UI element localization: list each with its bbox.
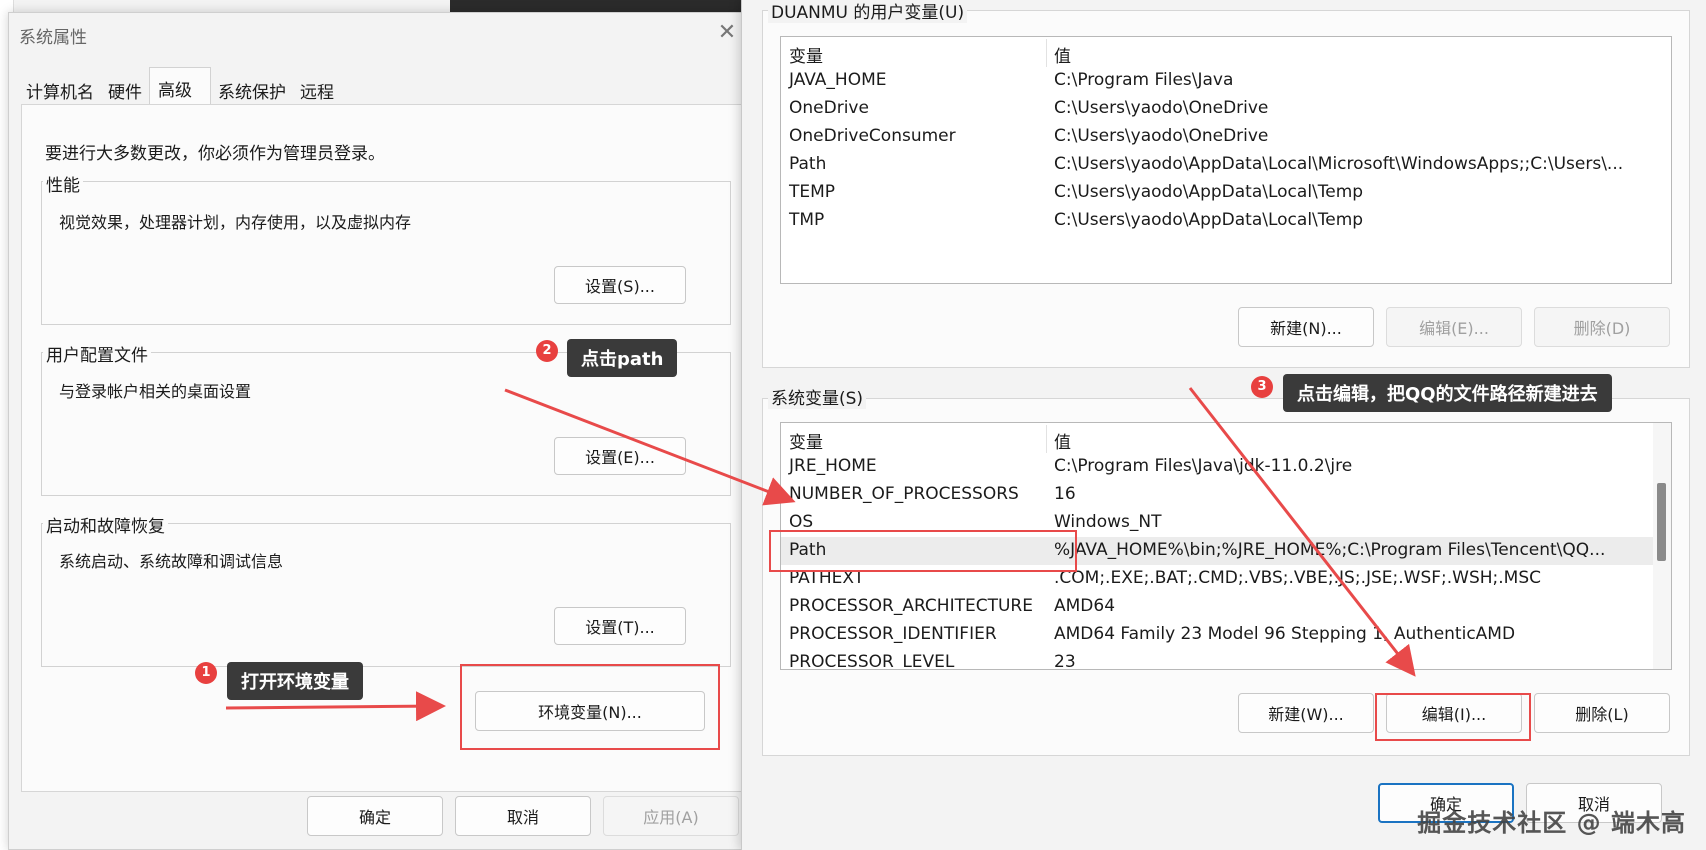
var-value: Windows_NT (1054, 512, 1162, 532)
scrollbar-thumb[interactable] (1657, 483, 1666, 561)
var-name: TEMP (789, 182, 836, 202)
var-value: C:\Users\yaodo\AppData\Local\Temp (1054, 182, 1364, 202)
performance-title: 性能 (43, 171, 83, 196)
system-var-new-button[interactable]: 新建(W)... (1238, 693, 1374, 733)
var-name: OneDrive (789, 98, 869, 118)
column-header-variable[interactable]: 变量 (789, 428, 823, 453)
list-row[interactable]: PROCESSOR_IDENTIFIER AMD64 Family 23 Mod… (781, 621, 1671, 649)
var-name: NUMBER_OF_PROCESSORS (789, 484, 1019, 504)
user-var-delete-button[interactable]: 删除(D) (1534, 307, 1670, 347)
tab-hardware[interactable]: 硬件 (101, 71, 149, 105)
tab-bar: 计算机名 硬件 高级 系统保护 远程 (19, 67, 341, 105)
step-2-badge: 2 (536, 340, 558, 362)
user-vars-list[interactable]: 变量 值 JAVA_HOME C:\Program Files\Java One… (780, 36, 1672, 284)
user-vars-title: DUANMU 的用户变量(U) (768, 0, 968, 23)
watermark: 掘金技术社区 @ 端木高 (1417, 809, 1686, 837)
startup-recovery-settings-button[interactable]: 设置(T)... (554, 607, 686, 645)
var-value: C:\Users\yaodo\AppData\Local\Temp (1054, 210, 1364, 230)
user-var-edit-button[interactable]: 编辑(E)... (1386, 307, 1522, 347)
column-header-value[interactable]: 值 (1054, 428, 1071, 453)
var-name: JAVA_HOME (789, 70, 887, 90)
list-header: 变量 值 (781, 425, 1671, 453)
column-separator[interactable] (1046, 39, 1047, 67)
list-row[interactable]: JAVA_HOME C:\Program Files\Java (781, 67, 1671, 95)
var-value: C:\Program Files\Java (1054, 70, 1234, 90)
scrollbar[interactable] (1653, 423, 1671, 669)
list-row[interactable]: NUMBER_OF_PROCESSORS 16 (781, 481, 1671, 509)
list-row[interactable]: PROCESSOR_LEVEL 23 (781, 649, 1671, 670)
var-value: C:\Users\yaodo\AppData\Local\Microsoft\W… (1054, 154, 1624, 174)
user-profiles-settings-button[interactable]: 设置(E)... (554, 437, 686, 475)
list-header: 变量 值 (781, 39, 1671, 67)
list-row[interactable]: TMP C:\Users\yaodo\AppData\Local\Temp (781, 207, 1671, 235)
var-name: JRE_HOME (789, 456, 877, 476)
var-value: AMD64 Family 23 Model 96 Stepping 1, Aut… (1054, 624, 1516, 644)
var-value: .COM;.EXE;.BAT;.CMD;.VBS;.VBE;.JS;.JSE;.… (1054, 568, 1542, 588)
ok-button[interactable]: 确定 (307, 796, 443, 836)
var-value: 23 (1054, 652, 1076, 670)
tab-system-protection[interactable]: 系统保护 (211, 71, 293, 105)
admin-notice: 要进行大多数更改，你必须作为管理员登录。 (45, 144, 385, 164)
column-header-value[interactable]: 值 (1054, 42, 1071, 67)
step-1-badge: 1 (195, 662, 217, 684)
list-row[interactable]: PROCESSOR_ARCHITECTURE AMD64 (781, 593, 1671, 621)
var-value: C:\Program Files\Java\jdk-11.0.2\jre (1054, 456, 1353, 476)
var-name: PROCESSOR_LEVEL (789, 652, 955, 670)
var-name: OS (789, 512, 814, 532)
highlight-edit-button (1375, 693, 1531, 741)
system-var-delete-button[interactable]: 删除(L) (1534, 693, 1670, 733)
startup-recovery-group (41, 523, 731, 667)
step-3-callout: 点击编辑，把QQ的文件路径新建进去 (1283, 374, 1612, 412)
var-value: C:\Users\yaodo\OneDrive (1054, 126, 1269, 146)
list-row[interactable]: OneDriveConsumer C:\Users\yaodo\OneDrive (781, 123, 1671, 151)
var-value: C:\Users\yaodo\OneDrive (1054, 98, 1269, 118)
user-profiles-title: 用户配置文件 (43, 341, 151, 366)
list-row[interactable]: OneDrive C:\Users\yaodo\OneDrive (781, 95, 1671, 123)
tab-advanced[interactable]: 高级 (149, 67, 211, 105)
tab-computer-name[interactable]: 计算机名 (19, 71, 101, 105)
apply-button[interactable]: 应用(A) (603, 796, 739, 836)
dialog-title: 系统属性 (19, 28, 87, 48)
highlight-env-vars-button (460, 664, 720, 750)
column-header-variable[interactable]: 变量 (789, 42, 823, 67)
column-separator[interactable] (1046, 425, 1047, 453)
step-3-badge: 3 (1251, 376, 1273, 398)
cancel-button[interactable]: 取消 (455, 796, 591, 836)
startup-recovery-title: 启动和故障恢复 (43, 512, 168, 537)
var-name: PROCESSOR_ARCHITECTURE (789, 596, 1033, 616)
var-value: 16 (1054, 484, 1076, 504)
var-name: PROCESSOR_IDENTIFIER (789, 624, 997, 644)
step-2-callout: 点击path (567, 339, 678, 377)
list-row[interactable]: JRE_HOME C:\Program Files\Java\jdk-11.0.… (781, 453, 1671, 481)
var-value: AMD64 (1054, 596, 1116, 616)
step-1-callout: 打开环境变量 (227, 662, 363, 700)
startup-recovery-desc: 系统启动、系统故障和调试信息 (59, 552, 284, 571)
var-value: %JAVA_HOME%\bin;%JRE_HOME%;C:\Program Fi… (1054, 540, 1606, 560)
list-row[interactable]: Path C:\Users\yaodo\AppData\Local\Micros… (781, 151, 1671, 179)
var-name: Path (789, 154, 827, 174)
background-window-titlebar (450, 0, 750, 12)
close-icon[interactable]: ✕ (715, 21, 739, 45)
var-name: TMP (789, 210, 825, 230)
list-row[interactable]: TEMP C:\Users\yaodo\AppData\Local\Temp (781, 179, 1671, 207)
performance-settings-button[interactable]: 设置(S)... (554, 266, 686, 304)
user-var-new-button[interactable]: 新建(N)... (1238, 307, 1374, 347)
system-vars-title: 系统变量(S) (768, 384, 867, 409)
tab-remote[interactable]: 远程 (293, 71, 341, 105)
performance-desc: 视觉效果，处理器计划，内存使用，以及虚拟内存 (59, 213, 412, 232)
user-profiles-desc: 与登录帐户相关的桌面设置 (59, 382, 252, 401)
environment-variables-dialog: DUANMU 的用户变量(U) 变量 值 JAVA_HOME C:\Progra… (741, 0, 1706, 850)
var-name: OneDriveConsumer (789, 126, 956, 146)
highlight-path-row (769, 530, 1077, 572)
